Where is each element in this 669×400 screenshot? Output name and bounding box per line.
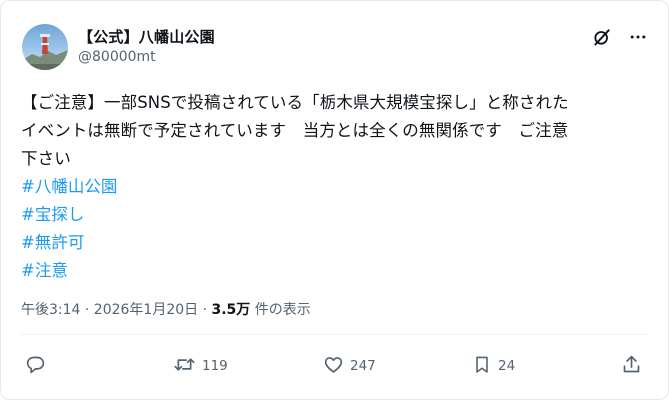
repost-count: 119	[202, 358, 228, 374]
like-count: 247	[350, 358, 376, 374]
grok-icon[interactable]	[592, 27, 612, 47]
views-count: 3.5万	[211, 302, 251, 318]
divider	[21, 334, 648, 335]
repost-icon	[173, 354, 196, 379]
like-icon	[323, 354, 344, 379]
views-label: 件の表示	[250, 302, 311, 318]
repost-button[interactable]: 119	[173, 351, 228, 381]
avatar[interactable]	[22, 24, 68, 70]
share-button[interactable]	[621, 351, 642, 381]
hashtag-list: #八幡山公園 #宝探し #無許可 #注意	[21, 173, 117, 285]
more-icon[interactable]	[628, 27, 648, 47]
author-handle[interactable]: @80000mt	[78, 49, 156, 65]
tweet-card: 【公式】八幡山公園 @80000mt 【ご注意】一部SNSで投稿されている「栃木…	[0, 0, 669, 400]
reply-icon	[25, 354, 46, 379]
hashtag-link[interactable]: #注意	[21, 257, 117, 285]
reply-button[interactable]	[25, 351, 52, 381]
tweet-meta: 午後3:14 · 2026年1月20日 · 3.5万 件の表示	[21, 299, 311, 319]
bookmark-icon	[472, 354, 492, 379]
hashtag-link[interactable]: #無許可	[21, 229, 117, 257]
action-bar: 119 247 24	[21, 351, 648, 381]
timestamp-link[interactable]: 午後3:14 · 2026年1月20日 ·	[21, 302, 212, 318]
header-actions	[592, 27, 648, 47]
hashtag-link[interactable]: #八幡山公園	[21, 173, 117, 201]
hashtag-link[interactable]: #宝探し	[21, 201, 117, 229]
share-icon	[621, 354, 642, 379]
like-button[interactable]: 247	[323, 351, 376, 381]
author-display-name[interactable]: 【公式】八幡山公園	[78, 26, 215, 47]
bookmark-button[interactable]: 24	[472, 351, 515, 381]
tweet-text: 【ご注意】一部SNSで投稿されている「栃木県大規模宝探し」と称された イベントは…	[21, 93, 569, 168]
bookmark-count: 24	[498, 358, 516, 374]
